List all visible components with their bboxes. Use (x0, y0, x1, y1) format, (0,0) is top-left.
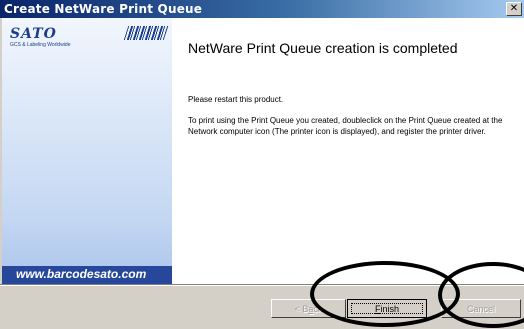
logo-tagline: GCS & Labeling Worldwide (10, 42, 71, 48)
sato-logo: SATO (10, 26, 57, 42)
instructions-text: To print using the Print Queue you creat… (188, 116, 503, 136)
website-banner: www.barcodesato.com (2, 266, 172, 284)
back-button-label: < Back (294, 303, 323, 314)
barcode-icon (123, 26, 169, 40)
wizard-window: Create NetWare Print Queue ✕ SATO GCS & … (0, 0, 524, 329)
page-title: NetWare Print Queue creation is complete… (188, 40, 458, 56)
back-button[interactable]: < Back (271, 299, 346, 318)
close-icon: ✕ (509, 3, 519, 14)
website-url: www.barcodesato.com (16, 267, 147, 281)
content-area: NetWare Print Queue creation is complete… (172, 18, 524, 284)
cancel-button[interactable]: Cancel (441, 299, 521, 318)
footer-divider (0, 284, 524, 286)
restart-message: Please restart this product. (188, 95, 284, 104)
branding-panel: SATO GCS & Labeling Worldwide www.barcod… (2, 18, 172, 284)
window-title: Create NetWare Print Queue (4, 2, 203, 16)
cancel-button-label: Cancel (466, 303, 495, 314)
title-bar: Create NetWare Print Queue ✕ (0, 0, 524, 18)
close-button[interactable]: ✕ (506, 2, 522, 16)
finish-button[interactable]: Finish (347, 299, 427, 318)
finish-button-label: Finish (374, 303, 399, 314)
